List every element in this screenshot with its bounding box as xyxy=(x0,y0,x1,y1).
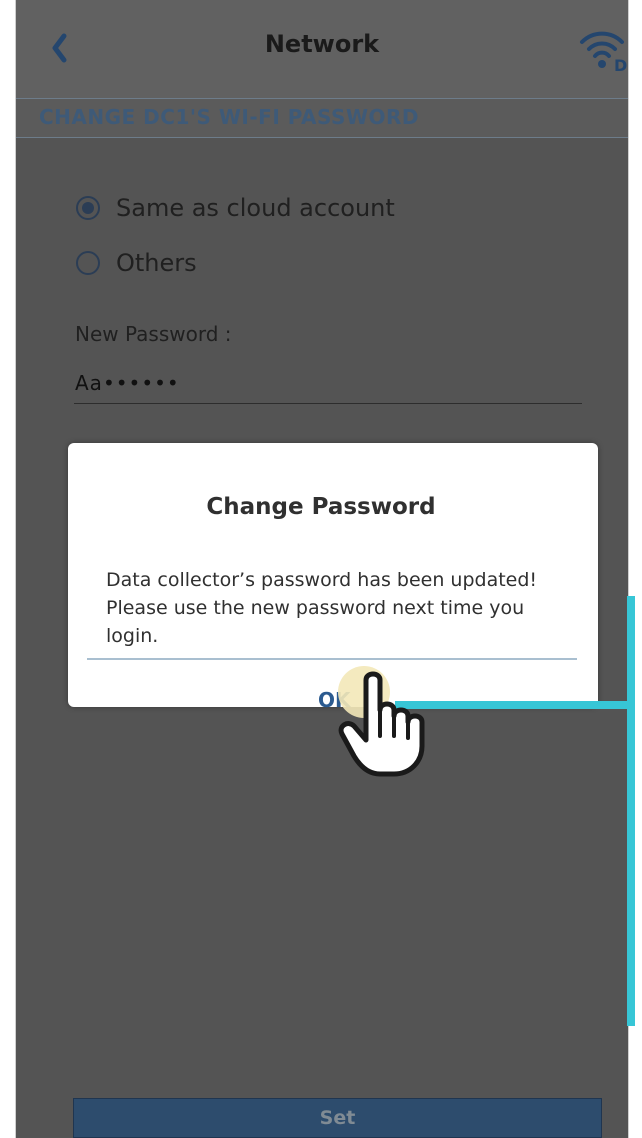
radio-same-as-cloud[interactable]: Same as cloud account xyxy=(76,188,395,228)
section-header: CHANGE DC1'S WI-FI PASSWORD xyxy=(16,99,628,138)
new-password-field[interactable]: Aa•••••• xyxy=(75,371,180,395)
dialog-divider xyxy=(87,658,577,660)
section-title: CHANGE DC1'S WI-FI PASSWORD xyxy=(39,105,420,129)
new-password-label: New Password : xyxy=(75,322,232,346)
page-title: Network xyxy=(264,30,380,58)
dialog-message-line: Please use the new password next time yo… xyxy=(106,597,525,619)
dialog-message: Data collector’s password has been updat… xyxy=(106,566,588,650)
radio-label: Same as cloud account xyxy=(116,194,395,222)
dialog-message-line: Data collector’s password has been updat… xyxy=(106,569,538,591)
input-underline xyxy=(74,403,582,404)
dialog-message-line: login. xyxy=(106,625,159,647)
set-button[interactable]: Set xyxy=(73,1098,602,1138)
header-bar: Network D xyxy=(16,0,628,99)
wifi-d-icon[interactable]: D xyxy=(576,24,628,74)
radio-checked-icon[interactable] xyxy=(76,196,100,220)
svg-text:D: D xyxy=(614,56,627,74)
radio-others[interactable]: Others xyxy=(76,243,197,283)
dialog-title: Change Password xyxy=(206,494,436,520)
pointing-hand-icon xyxy=(338,666,425,777)
radio-label: Others xyxy=(116,249,197,277)
callout-line-vertical xyxy=(627,596,635,1026)
radio-unchecked-icon[interactable] xyxy=(76,251,100,275)
